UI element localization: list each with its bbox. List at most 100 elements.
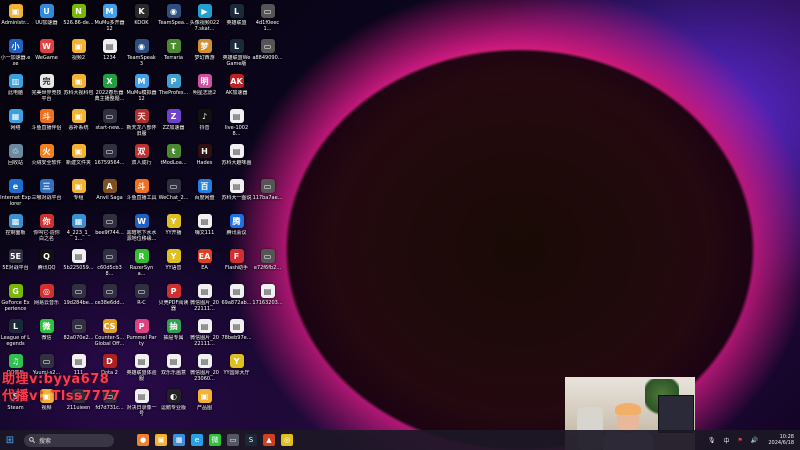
desktop-icon[interactable]: ▭ 19d284be... xyxy=(63,282,94,318)
desktop-icon[interactable]: ♪ 抖音 xyxy=(189,107,220,143)
desktop-icon[interactable]: 腾腾讯会议 xyxy=(221,212,252,248)
desktop-icon[interactable]: EA EA xyxy=(189,247,220,283)
desktop-icon[interactable]: L 英雄联盟 xyxy=(221,2,252,38)
desktop-icon[interactable]: 5E 5E对战平台 xyxy=(0,247,31,283)
desktop-icon[interactable]: ▤ 微信图片_2023060... xyxy=(189,352,220,388)
taskbar-steam[interactable]: S xyxy=(245,434,257,446)
desktop-icon[interactable]: A Anvil Saga xyxy=(94,177,125,213)
desktop-icon[interactable]: P TheProfes... xyxy=(158,72,189,108)
desktop-icon[interactable]: ▥ 此电脑 xyxy=(0,72,31,108)
microphone-icon[interactable]: 🎙 xyxy=(708,437,716,444)
taskbar-search-box[interactable]: 搜索 xyxy=(24,433,114,447)
clock[interactable]: 10:28 2024/6/18 xyxy=(768,434,794,446)
taskbar-app-6[interactable]: ▭ xyxy=(227,434,239,446)
desktop-icon[interactable]: R RazerSyna... xyxy=(126,247,157,283)
desktop-icon[interactable]: M MuMu模拟器12 xyxy=(126,72,157,108)
desktop-icon[interactable]: 明明星志愿2 xyxy=(189,72,220,108)
desktop-icon[interactable]: Z ZZ加速器 xyxy=(158,107,189,143)
desktop-icon[interactable]: 斗斗鱼直播工具 xyxy=(126,177,157,213)
desktop-icon[interactable]: ◉ TeamSpea... xyxy=(158,2,189,38)
desktop-icon[interactable]: ▤ 微信图片_2022111... xyxy=(189,282,220,318)
desktop-icon[interactable]: L League of Legends xyxy=(0,317,31,353)
desktop-icon[interactable]: W WeGame xyxy=(31,37,62,73)
desktop-icon[interactable]: ◐ 逗鹅专业版 xyxy=(158,387,189,423)
desktop-icon[interactable]: ▦ 网络 xyxy=(0,107,31,143)
desktop-icon[interactable]: ▤ 对决日录像一号 xyxy=(126,387,157,423)
desktop-icon[interactable]: ▤ 69a872ab... xyxy=(221,282,252,318)
desktop-icon[interactable]: 完完美世界竞技平台 xyxy=(31,72,62,108)
desktop-icon[interactable]: CS Counter-S...Global Off... xyxy=(94,317,125,353)
desktop-icon[interactable]: P Pummel Party xyxy=(126,317,157,353)
desktop-icon[interactable]: ◎ 网易云音乐 xyxy=(31,282,62,318)
taskbar-wechat[interactable]: 微 xyxy=(209,434,221,446)
desktop-icon[interactable]: Y YY国际大厅 xyxy=(221,352,252,388)
desktop-icon[interactable]: 抽抽屉专属 xyxy=(158,317,189,353)
desktop-icon[interactable]: ▭ ce38e6dd... xyxy=(94,282,125,318)
desktop-icon[interactable]: ▤ 苏科大一图说 xyxy=(221,177,252,213)
taskbar-edge[interactable]: e xyxy=(191,434,203,446)
ime-indicator[interactable]: 中 xyxy=(723,436,729,445)
desktop-icon[interactable]: Q 腾讯QQ xyxy=(31,247,62,283)
desktop-icon[interactable]: ♲ 回收站 xyxy=(0,142,31,178)
desktop-icon[interactable]: ▣ 产品图 xyxy=(189,387,220,423)
desktop-icon[interactable]: ▣ Administr... xyxy=(0,2,31,38)
desktop-icon[interactable]: ▦ 4_223_1_1... xyxy=(63,212,94,248)
desktop-icon[interactable]: ◉ TeamSpeak 3 xyxy=(126,37,157,73)
volume-icon[interactable]: 🔊 xyxy=(751,437,758,444)
tray-app-icon[interactable]: ⚑ xyxy=(737,437,742,444)
desktop-icon[interactable]: G GeForce Experience xyxy=(0,282,31,318)
desktop-icon[interactable]: ▭ 4d1f0eec1... xyxy=(252,2,283,38)
desktop-icon[interactable]: ▭ a8849090... xyxy=(252,37,283,73)
desktop-icon[interactable]: X 2022春乐器典主播整题... xyxy=(94,72,125,108)
desktop-icon[interactable]: M MuMu多开器12 xyxy=(94,2,125,38)
desktop-icon[interactable]: 天新天龙八部怀旧服 xyxy=(126,107,157,143)
desktop-icon[interactable]: F Flash助手 xyxy=(221,247,252,283)
desktop-icon[interactable]: ▭ 117ba7ae... xyxy=(252,177,283,213)
desktop-icon[interactable]: ▭ 82a070e2... xyxy=(63,317,94,353)
desktop-icon[interactable]: 火火绒安全软件 xyxy=(31,142,62,178)
desktop-icon[interactable]: e Internet Explorer xyxy=(0,177,31,213)
desktop-icon[interactable]: ▭ WeChat_2... xyxy=(158,177,189,213)
desktop-icon[interactable]: t tModLoa... xyxy=(158,142,189,178)
taskbar-app-1[interactable]: ● xyxy=(137,434,149,446)
desktop-icon[interactable]: ▤ live-10028... xyxy=(221,107,252,143)
desktop-icon[interactable]: Y YY语音 xyxy=(158,247,189,283)
start-button[interactable]: ⊞ xyxy=(4,434,16,446)
desktop-icon[interactable]: ▭ e72f6fb2... xyxy=(252,247,283,283)
desktop-icon[interactable]: 百百度网盘 xyxy=(189,177,220,213)
desktop-icon[interactable]: ▭ bee9f744... xyxy=(94,212,125,248)
desktop-icon[interactable]: ▤ 微信图片_2022111... xyxy=(189,317,220,353)
desktop-icon[interactable]: U UU加速器 xyxy=(31,2,62,38)
desktop-icon[interactable]: ▣ 视频2 xyxy=(63,37,94,73)
desktop-icon[interactable]: W 黑暗地下水水源地位移缘... xyxy=(126,212,157,248)
desktop-icon[interactable]: ▭ start-new... xyxy=(94,107,125,143)
desktop-icon[interactable]: K KOOK xyxy=(126,2,157,38)
desktop-icon[interactable]: 三三哪对战平台 xyxy=(31,177,62,213)
desktop-icon[interactable]: 梦梦幻西游 xyxy=(189,37,220,73)
desktop-icon[interactable]: P 贝壳PDF阅读器 xyxy=(158,282,189,318)
desktop-icon[interactable]: ▤ 双乐乐画意 xyxy=(158,352,189,388)
desktop-icon[interactable]: ▤ 英雄联盟体验服 xyxy=(126,352,157,388)
desktop-icon[interactable]: ▤ 嗨文111 xyxy=(189,212,220,248)
desktop-icon[interactable]: ▶ 头像视频0227.skat... xyxy=(189,2,220,38)
desktop-icon[interactable]: ▤ 1234 xyxy=(94,37,125,73)
taskbar-app-3[interactable]: ▦ xyxy=(173,434,185,446)
desktop-icon[interactable]: ▣ 恶补系统 xyxy=(63,107,94,143)
taskbar-app-8[interactable]: ▲ xyxy=(263,434,275,446)
desktop-icon[interactable]: 斗斗鱼直播伴侣 xyxy=(31,107,62,143)
taskbar-app-9[interactable]: ◎ xyxy=(281,434,293,446)
desktop-icon[interactable]: 小小一加速器.exe xyxy=(0,37,31,73)
desktop-icon[interactable]: L 英雄联盟WeGame版 xyxy=(221,37,252,73)
desktop-icon[interactable]: H Hades xyxy=(189,142,220,178)
desktop-icon[interactable]: ▤ 5b225059... xyxy=(63,247,94,283)
desktop-icon[interactable]: ▭ 16759564... xyxy=(94,142,125,178)
desktop-icon[interactable]: ▤ 78beb97e... xyxy=(221,317,252,353)
desktop-icon[interactable]: ▩ 控制面板 xyxy=(0,212,31,248)
desktop-icon[interactable]: ▤ 17163203... xyxy=(252,282,283,318)
desktop-icon[interactable]: ▭ R-C xyxy=(126,282,157,318)
desktop-icon[interactable]: ▤ 苏科大趣味画 xyxy=(221,142,252,178)
desktop-icon[interactable]: AK AK加速器 xyxy=(221,72,252,108)
desktop-icon[interactable]: T Terraria xyxy=(158,37,189,73)
desktop-icon[interactable]: ▭ c60d5cb38... xyxy=(94,247,125,283)
desktop-icon[interactable]: 你你叫它·造你白之名 xyxy=(31,212,62,248)
